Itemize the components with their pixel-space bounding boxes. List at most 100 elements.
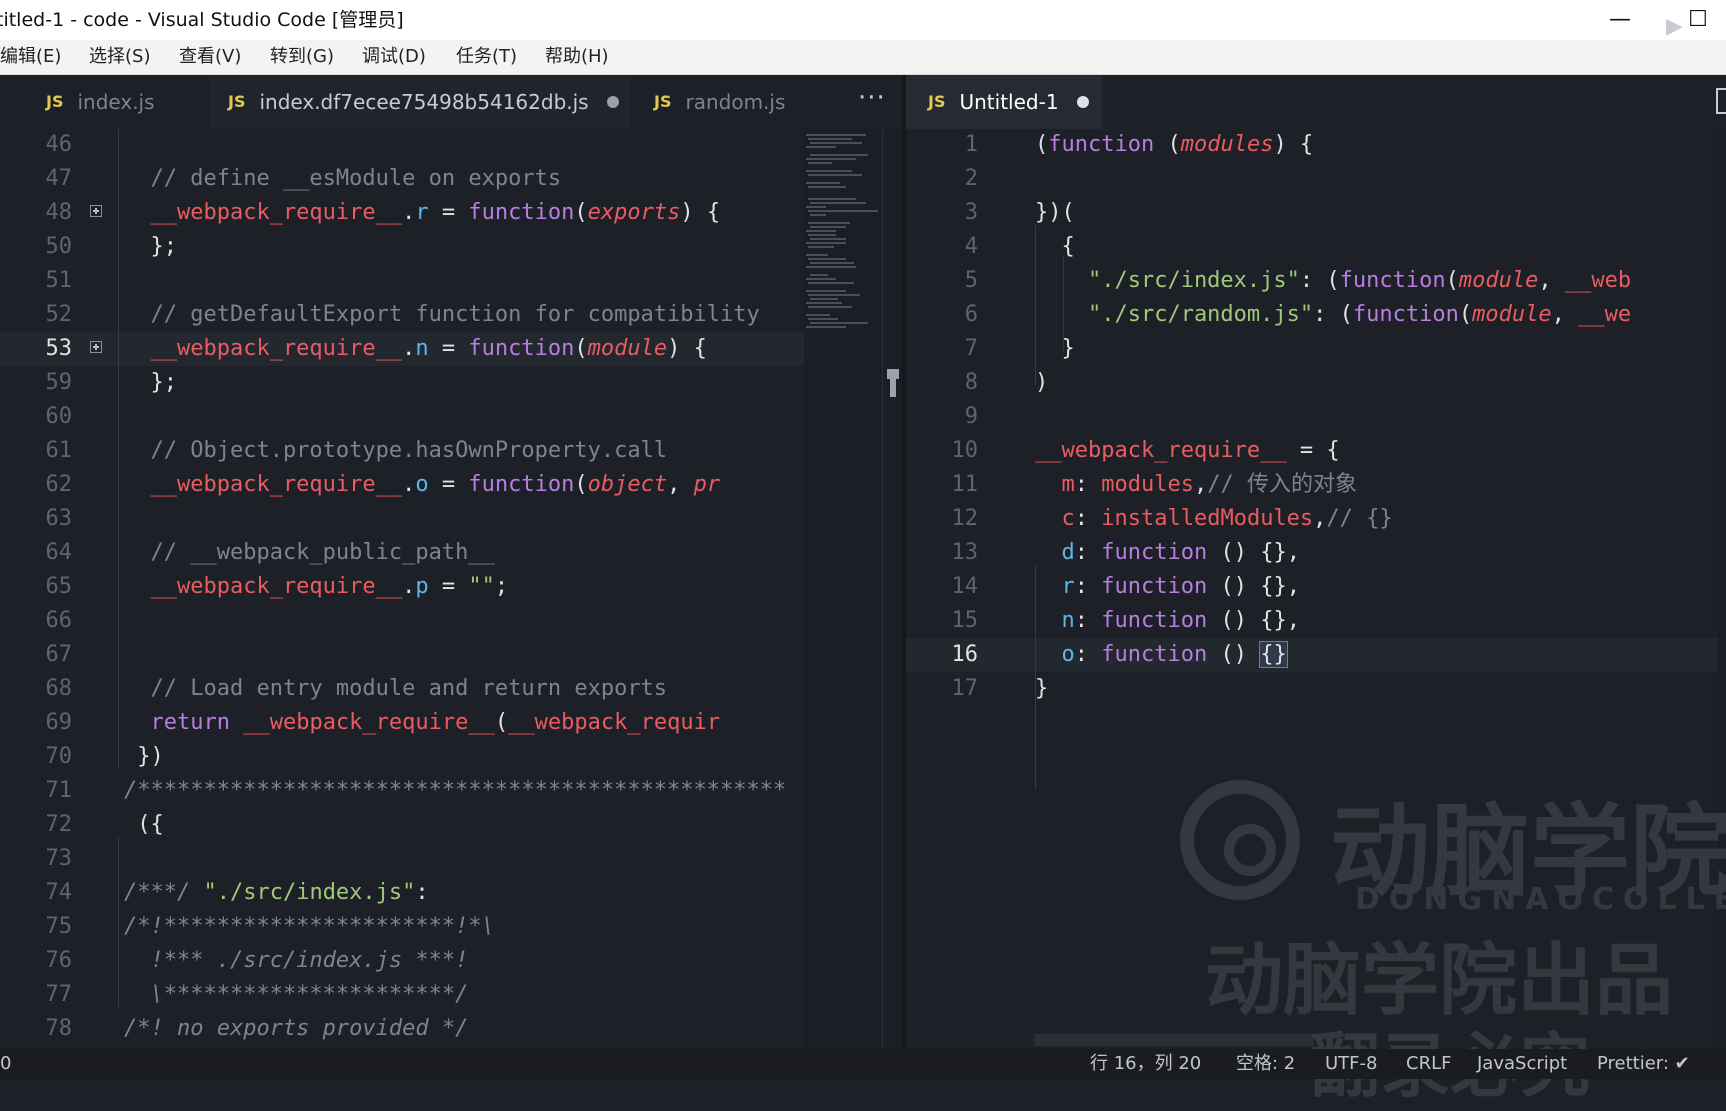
horizontal-scrollbar[interactable] xyxy=(1034,1034,1314,1046)
minimap-line xyxy=(806,182,840,184)
code-token: return xyxy=(124,710,244,735)
code-token: } xyxy=(1035,676,1049,701)
scrollbar-thumb[interactable] xyxy=(887,369,899,379)
more-actions-icon[interactable]: ··· xyxy=(858,75,886,129)
unsaved-dot-icon[interactable] xyxy=(606,95,619,108)
code-line[interactable]: 53 __webpack_require__.n = function(modu… xyxy=(0,332,804,366)
code-line[interactable]: 59 }; xyxy=(0,366,804,400)
js-file-icon: JS xyxy=(928,92,946,111)
code-line[interactable]: 63 xyxy=(0,502,804,536)
status-prettier[interactable]: Prettier: ✔ xyxy=(1597,1049,1690,1079)
status-language[interactable]: JavaScript xyxy=(1477,1049,1567,1079)
status-problems[interactable]: 0 xyxy=(0,1049,11,1079)
line-number: 76 xyxy=(45,948,73,973)
code-line[interactable]: 78 /*! no exports provided */ xyxy=(0,1012,804,1046)
tab-index-bundle-js[interactable]: JS index.df7ecee75498b54162db.js xyxy=(210,75,630,129)
code-token: () {}, xyxy=(1207,540,1300,565)
code-line[interactable]: 66 xyxy=(0,604,804,638)
code-line[interactable]: 77 \**********************/ xyxy=(0,978,804,1012)
code-line[interactable]: 51 xyxy=(0,264,804,298)
code-token: !*** ./src/index.js ***! xyxy=(124,948,469,973)
code-line[interactable]: 71 /*************************************… xyxy=(0,774,804,808)
menu-help[interactable]: 帮助(H) xyxy=(545,40,609,74)
minimap-line xyxy=(810,322,868,324)
line-number: 51 xyxy=(45,268,73,293)
code-line[interactable]: 13 d: function () {}, xyxy=(906,536,1718,570)
menu-edit[interactable]: 编辑(E) xyxy=(0,40,61,74)
code-line[interactable]: 73 xyxy=(0,842,804,876)
code-line[interactable]: 8) xyxy=(906,366,1718,400)
tab-label: index.js xyxy=(77,90,155,114)
unsaved-dot-icon[interactable] xyxy=(1076,95,1089,108)
code-line[interactable]: 50 }; xyxy=(0,230,804,264)
code-line[interactable]: 62 __webpack_require__.o = function(obje… xyxy=(0,468,804,502)
code-line[interactable]: 1 (function (modules) { xyxy=(906,129,1718,162)
code-line[interactable]: 72 ({ xyxy=(0,808,804,842)
code-token: { xyxy=(1035,234,1075,259)
left-code-editor[interactable]: 46 47 // define __esModule on exports 48 _… xyxy=(0,129,804,1049)
right-vertical-scrollbar[interactable] xyxy=(1718,129,1726,1049)
status-cursor-position[interactable]: 行 16，列 20 xyxy=(1090,1049,1201,1079)
code-line[interactable]: 64 // __webpack_public_path__ xyxy=(0,536,804,570)
menu-selection[interactable]: 选择(S) xyxy=(89,40,150,74)
menu-tasks[interactable]: 任务(T) xyxy=(456,40,517,74)
status-encoding[interactable]: UTF-8 xyxy=(1325,1049,1377,1079)
minimap[interactable] xyxy=(804,129,882,1049)
code-line[interactable]: 10 __webpack_require__ = { xyxy=(906,434,1718,468)
tab-index-js[interactable]: JS index.js xyxy=(28,75,208,129)
status-indentation[interactable]: 空格: 2 xyxy=(1236,1049,1295,1079)
line-number: 60 xyxy=(45,404,73,429)
code-line[interactable]: 5 "./src/index.js": (function(module, __… xyxy=(906,264,1718,298)
code-line[interactable]: 15 n: function () {}, xyxy=(906,604,1718,638)
menu-go[interactable]: 转到(G) xyxy=(270,40,334,74)
code-line[interactable]: 61 // Object.prototype.hasOwnProperty.ca… xyxy=(0,434,804,468)
code-token: ) { xyxy=(1273,132,1314,157)
code-line[interactable]: 12 c: installedModules,// {} xyxy=(906,502,1718,536)
run-icon[interactable]: ▶ xyxy=(1666,0,1683,54)
minimap-line xyxy=(806,302,842,304)
left-tab-bar: JS index.js JS index.df7ecee75498b54162db.… xyxy=(0,75,904,129)
code-line[interactable]: 16 o: function () {} xyxy=(906,638,1718,672)
code-line[interactable]: 65 __webpack_require__.p = ""; xyxy=(0,570,804,604)
code-line[interactable]: 14 r: function () {}, xyxy=(906,570,1718,604)
code-line[interactable]: 9 xyxy=(906,400,1718,434)
menu-view[interactable]: 查看(V) xyxy=(179,40,241,74)
minimap-line xyxy=(810,238,846,240)
code-line[interactable]: 68 // Load entry module and return expor… xyxy=(0,672,804,706)
fold-expand-icon[interactable] xyxy=(90,205,102,217)
tab-random-js[interactable]: JS random.js xyxy=(636,75,836,129)
fold-expand-icon[interactable] xyxy=(90,341,102,353)
code-token: , xyxy=(1551,302,1579,327)
menu-debug[interactable]: 调试(D) xyxy=(362,40,426,74)
code-line[interactable]: 60 xyxy=(0,400,804,434)
code-token: , xyxy=(1538,268,1565,293)
code-token: ( xyxy=(1458,302,1473,327)
code-line[interactable]: 11 m: modules,// 传入的对象 xyxy=(906,468,1718,502)
code-token: , xyxy=(667,472,694,497)
code-text: r: function () {}, xyxy=(1035,570,1299,604)
code-line[interactable]: 67 xyxy=(0,638,804,672)
code-line[interactable]: 52 // getDefaultExport function for comp… xyxy=(0,298,804,332)
code-line[interactable]: 17} xyxy=(906,672,1718,706)
code-line[interactable]: 48 __webpack_require__.r = function(expo… xyxy=(0,196,804,230)
code-line[interactable]: 46 xyxy=(0,129,804,162)
minimize-button[interactable]: — xyxy=(1600,0,1640,40)
code-line[interactable]: 70 }) xyxy=(0,740,804,774)
code-line[interactable]: 7 } xyxy=(906,332,1718,366)
code-line[interactable]: 76 !*** ./src/index.js ***! xyxy=(0,944,804,978)
code-line[interactable]: 47 // define __esModule on exports xyxy=(0,162,804,196)
code-line[interactable]: 3})( xyxy=(906,196,1718,230)
code-token: function xyxy=(1101,574,1208,599)
split-editor-icon[interactable] xyxy=(1716,88,1726,114)
status-eol[interactable]: CRLF xyxy=(1406,1049,1451,1079)
right-code-editor[interactable]: 1 (function (modules) {2 3})(4 {5 "./src/i… xyxy=(906,129,1726,1049)
code-line[interactable]: 4 { xyxy=(906,230,1718,264)
code-line[interactable]: 6 "./src/random.js": (function(module, _… xyxy=(906,298,1718,332)
code-line[interactable]: 2 xyxy=(906,162,1718,196)
tab-untitled-1[interactable]: JS Untitled-1 xyxy=(906,75,1102,129)
code-line[interactable]: 75 /*!**********************!*\ xyxy=(0,910,804,944)
code-line[interactable]: 69 return __webpack_require__(__webpack_… xyxy=(0,706,804,740)
maximize-button[interactable]: ☐ xyxy=(1678,0,1718,40)
code-line[interactable]: 74 /***/ "./src/index.js": xyxy=(0,876,804,910)
vertical-scrollbar[interactable] xyxy=(882,129,903,1049)
